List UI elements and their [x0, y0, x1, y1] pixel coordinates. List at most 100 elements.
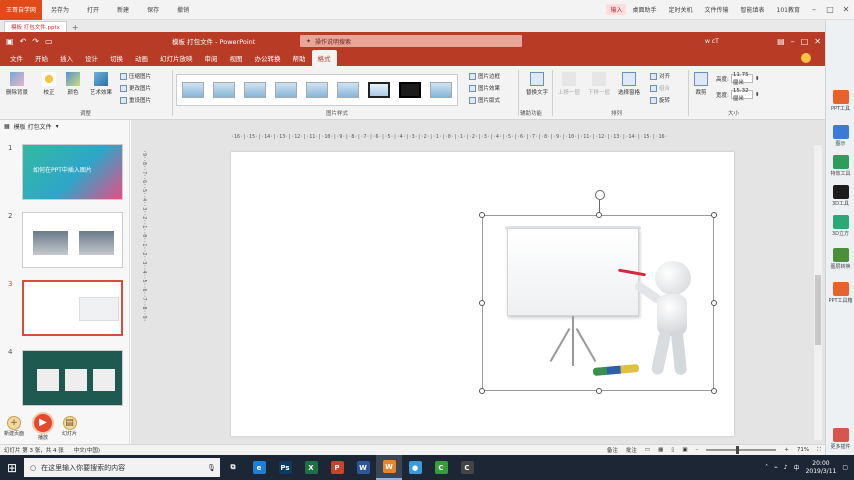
- width-input[interactable]: 15.32 厘米: [730, 88, 753, 102]
- reading-view-icon[interactable]: ▯: [671, 447, 674, 453]
- photoshop-button[interactable]: Ps: [272, 455, 298, 480]
- powerpoint-button[interactable]: P: [324, 455, 350, 480]
- save-icon[interactable]: ▣: [6, 37, 14, 46]
- word-button[interactable]: W: [350, 455, 376, 480]
- save-button[interactable]: 保存: [138, 5, 168, 14]
- close-icon[interactable]: ✕: [814, 37, 821, 46]
- plugin-effects[interactable]: 特效工具: [828, 155, 853, 177]
- resize-handle[interactable]: [479, 300, 485, 306]
- plugin-3d-cube[interactable]: 3D立方: [828, 215, 853, 237]
- slide-button[interactable]: ▤ 幻灯片: [62, 415, 77, 437]
- minimize-icon[interactable]: –: [791, 37, 795, 46]
- open-button[interactable]: 打开: [78, 5, 108, 14]
- picture-layout-button[interactable]: 图片版式: [469, 96, 500, 104]
- group-button[interactable]: 组合: [650, 84, 670, 92]
- plugin-3d-tools[interactable]: 3D工具: [828, 185, 853, 207]
- tab-view[interactable]: 视图: [224, 53, 249, 66]
- save-as-button[interactable]: 另存为: [42, 5, 78, 14]
- height-input[interactable]: 11.75 厘米: [730, 72, 753, 86]
- rotate-handle-icon[interactable]: [595, 190, 605, 200]
- tab-slideshow[interactable]: 幻灯片放映: [154, 53, 199, 66]
- undo-icon[interactable]: ↶: [20, 37, 27, 46]
- picture-style-7[interactable]: [368, 82, 391, 98]
- zoom-out-icon[interactable]: –: [696, 447, 699, 453]
- wps-button[interactable]: W: [376, 455, 402, 480]
- user-name[interactable]: w cT: [705, 38, 719, 45]
- redo-icon[interactable]: ↷: [32, 37, 39, 46]
- vertical-scrollbar[interactable]: [814, 145, 822, 440]
- align-button[interactable]: 对齐: [650, 72, 670, 80]
- reset-picture-button[interactable]: 重设图片: [120, 96, 151, 104]
- tab-format[interactable]: 格式: [311, 50, 337, 66]
- compress-pictures-button[interactable]: 压缩图片: [120, 72, 151, 80]
- taskbar-search[interactable]: ○ 在这里输入你要搜索的内容 🎙: [24, 458, 220, 477]
- picture-style-6[interactable]: [337, 82, 360, 98]
- picture-border-button[interactable]: 图片边框: [469, 72, 500, 80]
- chevron-down-icon[interactable]: ▾: [56, 123, 59, 130]
- edu-button[interactable]: 101教育: [771, 5, 806, 14]
- restore-icon[interactable]: □: [801, 37, 809, 46]
- excel-button[interactable]: X: [298, 455, 324, 480]
- bring-forward-button[interactable]: 上移一层: [558, 72, 580, 96]
- network-icon[interactable]: ⌁: [774, 464, 778, 471]
- sorter-view-icon[interactable]: ▦: [658, 447, 663, 453]
- chevron-up-icon[interactable]: ˄: [765, 464, 768, 471]
- language-indicator[interactable]: 中文(中国): [74, 446, 100, 454]
- slideshow-icon[interactable]: ▭: [45, 37, 53, 46]
- windows-start-icon[interactable]: ⊞: [0, 455, 24, 480]
- change-picture-button[interactable]: 更改图片: [120, 84, 151, 92]
- send-backward-button[interactable]: 下移一层: [588, 72, 610, 96]
- ribbon-options-icon[interactable]: ▤: [777, 37, 785, 46]
- smart-fill-button[interactable]: 智能填表: [735, 5, 771, 14]
- tab-review[interactable]: 审阅: [199, 53, 224, 66]
- tab-help[interactable]: 帮助: [287, 53, 312, 66]
- plugin-more[interactable]: 更多插件: [828, 428, 853, 450]
- resize-handle[interactable]: [596, 212, 602, 218]
- smiley-icon[interactable]: [801, 53, 811, 63]
- volume-icon[interactable]: ♪: [784, 464, 788, 471]
- undo-button[interactable]: 撤销: [168, 5, 198, 14]
- tab-animations[interactable]: 动画: [129, 53, 154, 66]
- microphone-icon[interactable]: 🎙: [207, 464, 216, 472]
- zoom-in-icon[interactable]: +: [784, 447, 789, 453]
- slide-thumbnail-3[interactable]: [22, 280, 123, 336]
- picture-style-8[interactable]: [399, 82, 422, 98]
- tab-home[interactable]: 开始: [29, 53, 54, 66]
- plugin-toolbox[interactable]: PPT工具箱: [828, 282, 853, 304]
- picture-style-9[interactable]: [430, 82, 453, 98]
- chrome-button[interactable]: ●: [402, 455, 428, 480]
- play-button[interactable]: ▶ 播放: [32, 411, 55, 441]
- new-tab-button[interactable]: +: [67, 23, 84, 32]
- zoom-slider[interactable]: [706, 446, 777, 454]
- clock[interactable]: 20:00 2019/3/11: [806, 460, 837, 476]
- maximize-icon[interactable]: □: [822, 5, 838, 14]
- comments-button[interactable]: 批注: [626, 446, 637, 454]
- resize-handle[interactable]: [711, 212, 717, 218]
- picture-style-5[interactable]: [305, 82, 328, 98]
- selection-pane-button[interactable]: 选择窗格: [618, 72, 640, 96]
- camtasia-button[interactable]: C: [428, 455, 454, 480]
- scroll-thumb[interactable]: [815, 275, 821, 345]
- picture-style-1[interactable]: [181, 82, 204, 98]
- picture-style-4[interactable]: [274, 82, 297, 98]
- alt-text-button[interactable]: 替换文字: [526, 72, 548, 96]
- artistic-effects-button[interactable]: 艺术效果: [90, 72, 112, 96]
- slide-thumbnail-2[interactable]: [22, 212, 123, 268]
- edge-button[interactable]: e: [246, 455, 272, 480]
- normal-view-icon[interactable]: ▭: [645, 447, 650, 453]
- remove-background-button[interactable]: 删除背景: [6, 72, 28, 96]
- fit-slide-icon[interactable]: ⛶: [817, 447, 821, 454]
- console-button[interactable]: C: [454, 455, 480, 480]
- ime-icon[interactable]: 中: [794, 463, 800, 472]
- spinner-icon[interactable]: ⬍: [755, 76, 760, 82]
- picture-style-2[interactable]: [212, 82, 235, 98]
- resize-handle[interactable]: [479, 212, 485, 218]
- notification-icon[interactable]: ▢: [842, 464, 848, 471]
- document-tab[interactable]: 模板 打包文件.pptx: [4, 21, 67, 32]
- plugin-diagram[interactable]: 图示: [828, 125, 853, 147]
- resize-handle[interactable]: [711, 300, 717, 306]
- selected-picture[interactable]: [479, 190, 717, 394]
- plugin-layer-convert[interactable]: 图层转换: [828, 248, 853, 270]
- tab-insert[interactable]: 插入: [54, 53, 79, 66]
- resize-handle[interactable]: [596, 388, 602, 394]
